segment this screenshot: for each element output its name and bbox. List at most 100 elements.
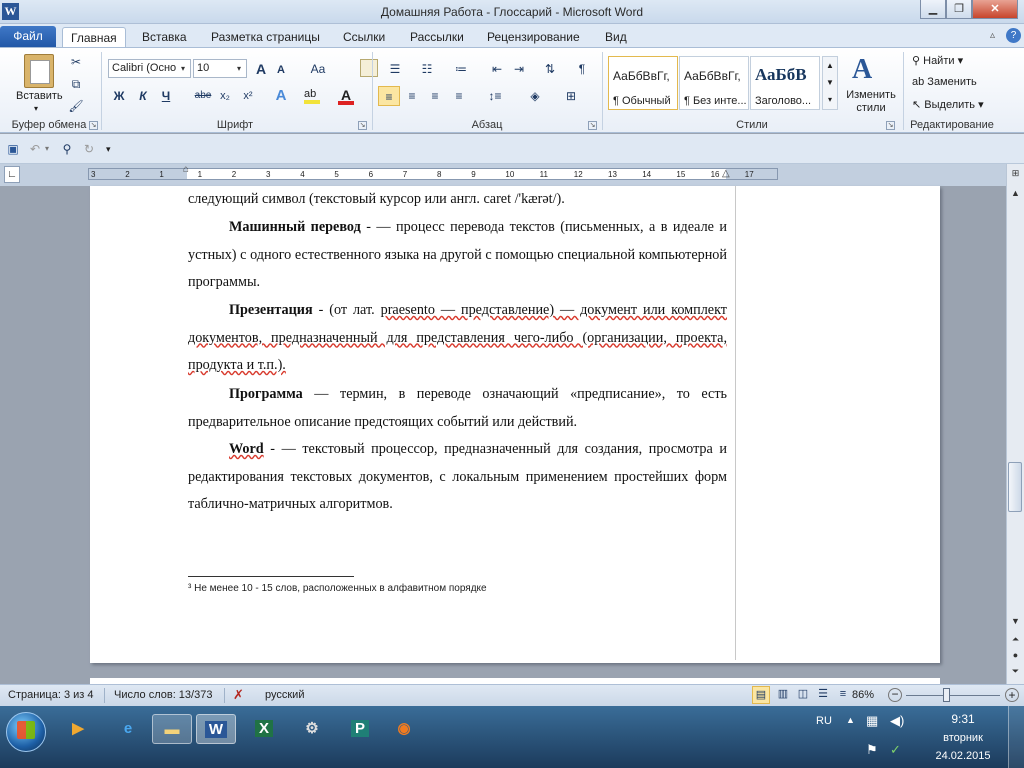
word-icon[interactable]: W	[196, 714, 236, 744]
undo-dropdown-icon[interactable]: ▾	[45, 144, 49, 153]
footnote[interactable]: ³ Не менее 10 - 15 слов, расположенных в…	[188, 583, 487, 594]
clock-day[interactable]: вторник	[932, 732, 994, 744]
print-layout-icon[interactable]: ▤	[752, 686, 770, 704]
binoculars-icon[interactable]: ⚲	[58, 139, 76, 159]
show-marks-icon[interactable]: ¶	[573, 59, 591, 79]
sort-icon[interactable]: ⇅	[541, 59, 559, 79]
superscript-button[interactable]: x²	[240, 86, 256, 106]
word-count[interactable]: Число слов: 13/373	[114, 689, 212, 701]
show-hidden-icons[interactable]: ▲	[846, 715, 855, 725]
tab-insert[interactable]: Вставка	[134, 27, 195, 48]
text-effects-icon[interactable]: A	[272, 86, 290, 106]
paragraph-presentation[interactable]: Презентация - (от лат. praesento — предс…	[188, 297, 727, 380]
cut-icon[interactable]: ✂	[68, 52, 84, 72]
styles-scroll[interactable]: ▲ ▼ ▾	[822, 56, 838, 110]
tab-references[interactable]: Ссылки	[335, 27, 393, 48]
font-name-combo[interactable]: Calibri (Осно ▾	[108, 59, 191, 78]
font-launcher-icon[interactable]: ↘	[358, 121, 367, 130]
tab-mailings[interactable]: Рассылки	[402, 27, 472, 48]
explorer-icon[interactable]: ▬	[152, 714, 192, 744]
chevron-down-icon[interactable]: ▾	[177, 60, 189, 77]
browse-object-icon[interactable]: ●	[1008, 648, 1023, 663]
multilevel-list-icon[interactable]: ≔	[448, 59, 474, 79]
shrink-font-button[interactable]: A	[273, 60, 289, 80]
page-counter[interactable]: Страница: 3 из 4	[8, 689, 94, 701]
draft-icon[interactable]: ≡	[834, 686, 852, 704]
zoom-slider-track[interactable]	[906, 695, 1000, 696]
copy-icon[interactable]: ⧉	[68, 74, 84, 94]
tab-review[interactable]: Рецензирование	[479, 27, 588, 48]
show-desktop-button[interactable]	[1008, 706, 1024, 768]
style-no-spacing[interactable]: АаБбВвГг, ¶ Без инте...	[679, 56, 749, 110]
media-player-icon[interactable]: ▶	[58, 714, 98, 744]
ruler-toggle-icon[interactable]: ⊞	[1008, 166, 1023, 181]
excel-icon[interactable]: X	[244, 714, 284, 744]
clock-date[interactable]: 24.02.2015	[928, 750, 998, 762]
close-button[interactable]: ✕	[972, 0, 1018, 19]
previous-page-icon[interactable]: ⏶	[1008, 632, 1023, 647]
line-spacing-icon[interactable]: ↕≡	[482, 86, 508, 106]
subscript-button[interactable]: x₂	[217, 86, 233, 106]
right-indent-icon[interactable]: △	[722, 169, 730, 179]
tab-file[interactable]: Файл	[0, 26, 56, 48]
zoom-level[interactable]: 86%	[852, 689, 874, 701]
grow-font-button[interactable]: A	[252, 59, 270, 79]
format-painter-icon[interactable]: 🖌	[68, 96, 84, 116]
shading-icon[interactable]: ◈	[522, 86, 548, 106]
bold-button[interactable]: Ж	[111, 86, 127, 106]
change-case-button[interactable]: Aa	[305, 59, 331, 79]
style-heading-1[interactable]: АаБбВ Заголово...	[750, 56, 820, 110]
increase-indent-icon[interactable]: ⇥	[510, 59, 528, 79]
web-layout-icon[interactable]: ◫	[794, 686, 812, 704]
clipboard-launcher-icon[interactable]: ↘	[89, 121, 98, 130]
paragraph-launcher-icon[interactable]: ↘	[588, 121, 597, 130]
paragraph-machine-translation[interactable]: Машинный перевод - — процесс перевода те…	[188, 214, 727, 297]
help-icon[interactable]: ?	[1006, 28, 1021, 43]
paragraph-program[interactable]: Программа — термин, в переводе означающи…	[188, 381, 727, 436]
scroll-down-icon[interactable]: ▼	[1008, 614, 1023, 629]
minimize-button[interactable]: ▁	[920, 0, 946, 19]
styles-launcher-icon[interactable]: ↘	[886, 121, 895, 130]
vertical-scrollbar[interactable]: ⊞ ▲ ▼ ⏶ ● ⏷	[1006, 164, 1024, 684]
change-styles-icon[interactable]: A	[852, 54, 872, 86]
proofing-icon[interactable]: ✗	[233, 687, 244, 703]
restore-button[interactable]: ❐	[946, 0, 972, 19]
next-page-icon[interactable]: ⏷	[1008, 664, 1023, 679]
scroll-up-icon[interactable]: ▲	[1008, 186, 1023, 201]
horizontal-ruler[interactable]: 3 2 1 1 2 3 4 5 6 7 8 9 10 11 12 13 14 15 16 17 ⌂ △	[88, 165, 778, 180]
zoom-slider-thumb[interactable]	[942, 688, 950, 702]
save-icon[interactable]: ▣	[4, 139, 22, 159]
style-normal[interactable]: АаБбВвГг, ¶ Обычный	[608, 56, 678, 110]
tab-selector-icon[interactable]: ∟	[4, 166, 20, 183]
underline-button[interactable]: Ч	[158, 86, 174, 106]
outline-icon[interactable]: ☰	[814, 686, 832, 704]
select-button[interactable]: ↖ Выделить ▾	[912, 98, 984, 111]
volume-icon[interactable]: ◀)	[890, 713, 904, 729]
bullets-icon[interactable]: ☰	[382, 59, 408, 79]
clock-time[interactable]: 9:31	[932, 712, 994, 726]
zoom-out-icon[interactable]: −	[888, 688, 902, 702]
paste-label[interactable]: Вставить	[16, 90, 63, 102]
tab-page-layout[interactable]: Разметка страницы	[203, 27, 328, 48]
align-left-icon[interactable]: ≡	[378, 86, 400, 106]
paste-dropdown-icon[interactable]: ▾	[34, 104, 38, 113]
undo-icon[interactable]: ↶	[26, 139, 44, 159]
language-indicator[interactable]: RU	[816, 715, 832, 727]
flag-icon[interactable]: ⚑	[866, 742, 878, 758]
clear-format-icon[interactable]	[360, 59, 378, 77]
internet-explorer-icon[interactable]: e	[108, 714, 148, 744]
text-line[interactable]: следующий символ (текстовый курсор или а…	[188, 186, 727, 214]
font-size-combo[interactable]: 10 ▾	[193, 59, 247, 78]
italic-button[interactable]: К	[135, 86, 151, 106]
publisher-icon[interactable]: P	[340, 714, 380, 744]
strikethrough-button[interactable]: abe	[192, 86, 214, 106]
firefox-icon[interactable]: ◉	[384, 714, 424, 744]
change-styles-label[interactable]: Изменить стили	[843, 89, 899, 115]
zoom-in-icon[interactable]: +	[1005, 688, 1019, 702]
first-line-indent-icon[interactable]: ⌂	[183, 165, 189, 175]
check-icon[interactable]: ✓	[890, 742, 901, 758]
decrease-indent-icon[interactable]: ⇤	[488, 59, 506, 79]
full-screen-reading-icon[interactable]: ▥	[774, 686, 792, 704]
find-button[interactable]: ⚲ Найти ▾	[912, 54, 963, 67]
numbering-icon[interactable]: ☷	[414, 59, 440, 79]
